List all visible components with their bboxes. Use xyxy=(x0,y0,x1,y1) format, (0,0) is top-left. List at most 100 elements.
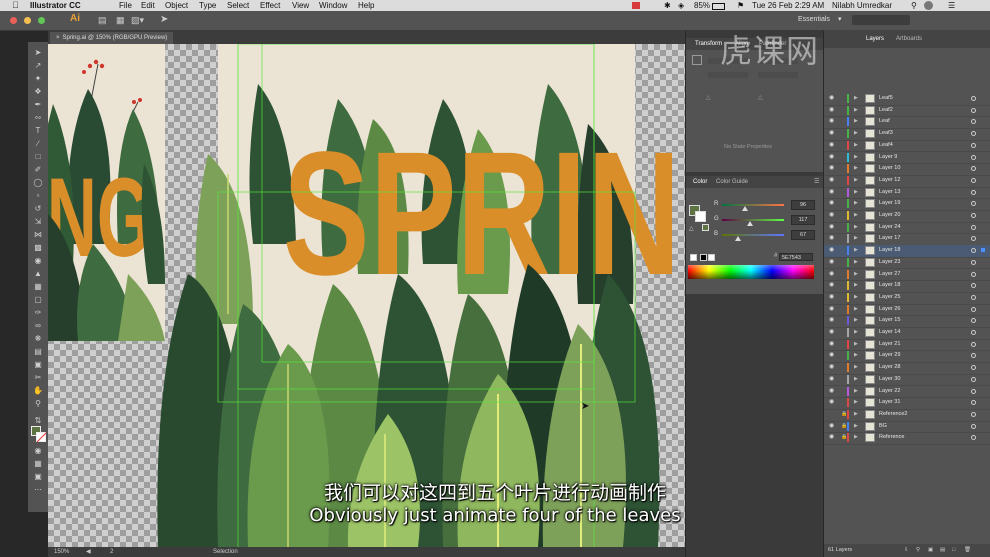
layer-name[interactable]: Layer 31 xyxy=(879,397,900,409)
app-name-menu[interactable]: Illustrator CC xyxy=(30,0,81,11)
target-circle-icon[interactable] xyxy=(971,341,976,347)
menu-view[interactable]: View xyxy=(292,0,309,11)
layer-name[interactable]: Layer 18 xyxy=(879,280,900,292)
paintbrush-tool-icon[interactable]: ✐ xyxy=(33,165,43,174)
menu-effect[interactable]: Effect xyxy=(260,0,280,11)
graph-tool-icon[interactable]: ▤ xyxy=(33,347,43,356)
wifi-icon[interactable]: ◈ xyxy=(678,0,684,11)
expand-arrow-icon[interactable]: ▶ xyxy=(854,374,858,386)
expand-arrow-icon[interactable]: ▶ xyxy=(854,152,858,164)
visibility-eye-icon[interactable]: ◉ xyxy=(829,105,834,117)
expand-arrow-icon[interactable]: ▶ xyxy=(854,245,858,257)
target-circle-icon[interactable] xyxy=(971,189,976,195)
rotate-angle-icon[interactable]: △ xyxy=(706,94,711,101)
visibility-eye-icon[interactable]: ◉ xyxy=(829,432,834,444)
visibility-eye-icon[interactable]: ◉ xyxy=(829,140,834,152)
bluetooth-icon[interactable]: ✱ xyxy=(664,0,671,11)
visibility-eye-icon[interactable]: ◉ xyxy=(829,233,834,245)
magic-wand-icon[interactable]: ✦ xyxy=(33,74,43,83)
visibility-eye-icon[interactable]: ◉ xyxy=(829,280,834,292)
target-circle-icon[interactable] xyxy=(971,423,976,429)
expand-arrow-icon[interactable]: ▶ xyxy=(854,163,858,175)
visibility-eye-icon[interactable]: ◉ xyxy=(829,386,834,398)
target-circle-icon[interactable] xyxy=(971,224,976,230)
expand-arrow-icon[interactable]: ▶ xyxy=(854,210,858,222)
expand-arrow-icon[interactable]: ▶ xyxy=(854,128,858,140)
stroke-swatch[interactable] xyxy=(36,432,47,443)
gradient-tool-icon[interactable]: ▢ xyxy=(33,295,43,304)
target-circle-icon[interactable] xyxy=(971,294,976,300)
expand-arrow-icon[interactable]: ▶ xyxy=(854,350,858,362)
target-circle-icon[interactable] xyxy=(971,119,976,125)
reference-point-icon[interactable] xyxy=(692,55,702,65)
search-icon[interactable]: ⚲ xyxy=(911,0,917,11)
target-circle-icon[interactable] xyxy=(971,259,976,265)
target-circle-icon[interactable] xyxy=(971,107,976,113)
target-circle-icon[interactable] xyxy=(971,201,976,207)
artboard-prev-icon[interactable]: ◀ xyxy=(86,547,91,557)
channel-slider[interactable] xyxy=(722,219,784,226)
export-icon[interactable]: ⇩ xyxy=(904,544,909,557)
width-tool-icon[interactable]: ⋈ xyxy=(33,230,43,239)
shear-angle-icon[interactable]: △ xyxy=(758,94,763,101)
pen-tool-icon[interactable]: ✒ xyxy=(33,100,43,109)
visibility-eye-icon[interactable]: ◉ xyxy=(829,362,834,374)
eyedropper-tool-icon[interactable]: ✑ xyxy=(33,308,43,317)
expand-arrow-icon[interactable]: ▶ xyxy=(854,397,858,409)
web-safe-swatch[interactable] xyxy=(702,224,709,231)
visibility-eye-icon[interactable]: ◉ xyxy=(829,128,834,140)
visibility-eye-icon[interactable]: ◉ xyxy=(829,269,834,281)
arrange-documents-icon[interactable]: ▦ xyxy=(116,15,125,26)
slice-tool-icon[interactable]: ✂ xyxy=(33,373,43,382)
target-circle-icon[interactable] xyxy=(971,400,976,406)
expand-arrow-icon[interactable]: ▶ xyxy=(854,432,858,444)
layer-name[interactable]: Reference xyxy=(879,432,904,444)
direct-selection-tool-icon[interactable]: ↗ xyxy=(33,61,43,70)
expand-arrow-icon[interactable]: ▶ xyxy=(854,257,858,269)
target-circle-icon[interactable] xyxy=(971,96,976,101)
new-layer-icon[interactable]: □ xyxy=(952,544,955,557)
white-swatch[interactable] xyxy=(708,254,715,261)
target-circle-icon[interactable] xyxy=(971,376,976,382)
expand-arrow-icon[interactable]: ▶ xyxy=(854,233,858,245)
layer-name[interactable]: Layer 26 xyxy=(879,304,900,316)
hex-input[interactable]: 5E7543 xyxy=(779,253,813,261)
layer-name[interactable]: Layer 29 xyxy=(879,350,900,362)
target-circle-icon[interactable] xyxy=(971,318,976,324)
slider-thumb[interactable] xyxy=(742,206,749,211)
channel-slider[interactable] xyxy=(722,234,784,241)
status-record-icon[interactable] xyxy=(632,2,640,9)
delete-layer-icon[interactable]: 🗑 xyxy=(964,544,971,557)
channel-slider[interactable] xyxy=(722,204,784,211)
expand-arrow-icon[interactable]: ▶ xyxy=(854,187,858,199)
window-close-button[interactable] xyxy=(10,17,17,24)
layer-name[interactable]: Layer 17 xyxy=(879,233,900,245)
layer-name[interactable]: Layer 24 xyxy=(879,222,900,234)
notification-icon[interactable]: ☰ xyxy=(948,0,955,11)
expand-arrow-icon[interactable]: ▶ xyxy=(854,198,858,210)
visibility-eye-icon[interactable]: ◉ xyxy=(829,374,834,386)
visibility-eye-icon[interactable]: ◉ xyxy=(829,187,834,199)
layer-name[interactable]: Layer 10 xyxy=(879,163,900,175)
layer-name[interactable]: Layer 21 xyxy=(879,339,900,351)
artboard-tool-icon[interactable]: ▣ xyxy=(33,360,43,369)
channel-value-input[interactable]: 117 xyxy=(791,215,815,225)
line-tool-icon[interactable]: ∕ xyxy=(33,139,43,148)
document-canvas[interactable]: NG SPRING xyxy=(48,44,685,547)
expand-arrow-icon[interactable]: ▶ xyxy=(854,315,858,327)
h-field[interactable] xyxy=(758,72,798,78)
target-circle-icon[interactable] xyxy=(971,177,976,183)
layer-name[interactable]: Layer 28 xyxy=(879,362,900,374)
battery-icon[interactable] xyxy=(712,3,725,10)
artboard-number[interactable]: 2 xyxy=(110,547,113,557)
visibility-eye-icon[interactable]: ◉ xyxy=(829,175,834,187)
layer-name[interactable]: Layer 15 xyxy=(879,315,900,327)
workspace-grid-icon[interactable]: ▧▾ xyxy=(131,15,144,26)
visibility-eye-icon[interactable]: ◉ xyxy=(829,93,834,105)
out-of-gamut-icon[interactable]: △ xyxy=(689,225,694,232)
symbol-sprayer-icon[interactable]: ❋ xyxy=(33,334,43,343)
visibility-eye-icon[interactable]: ◉ xyxy=(829,292,834,304)
visibility-eye-icon[interactable]: ◉ xyxy=(829,304,834,316)
target-circle-icon[interactable] xyxy=(971,248,976,254)
expand-arrow-icon[interactable]: ▶ xyxy=(854,339,858,351)
